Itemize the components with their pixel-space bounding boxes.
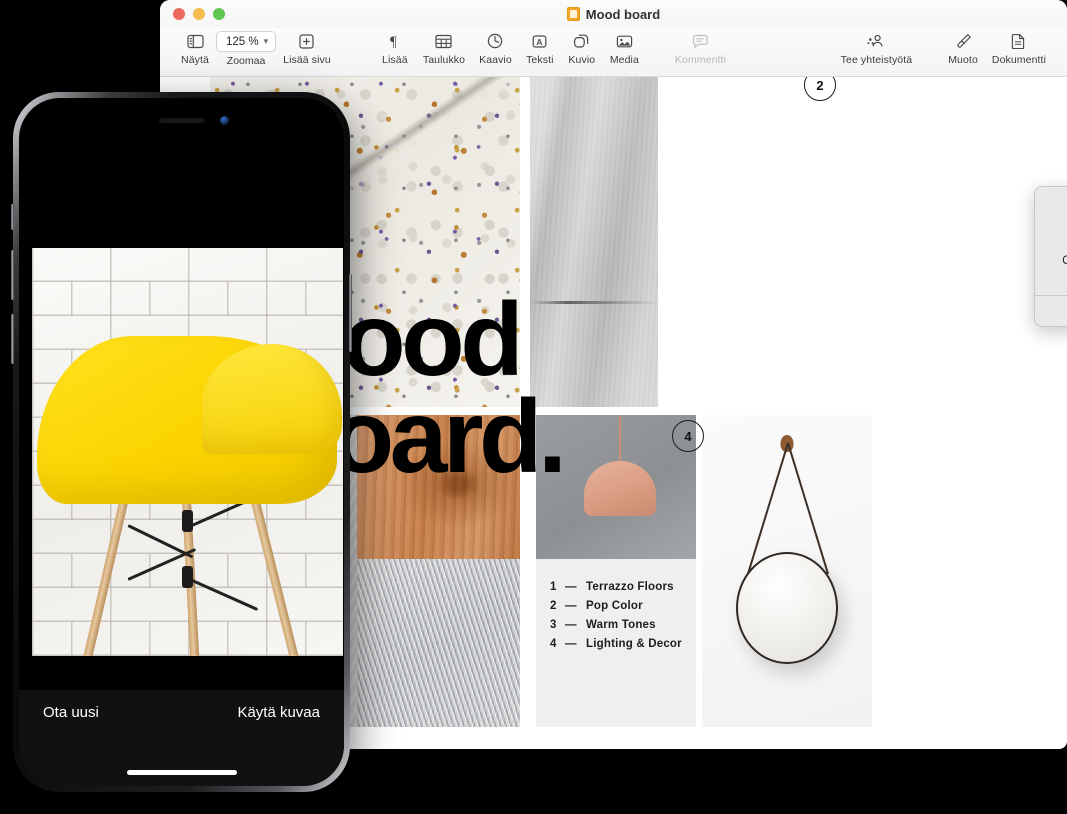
toolbar-format-label: Muoto: [948, 54, 978, 66]
sidebar-view-icon: [186, 30, 204, 52]
mirror-glass: [736, 552, 838, 665]
use-photo-button[interactable]: Käytä kuvaa: [237, 704, 320, 721]
popover-body: Ota kuva laitteella iPhone (Derek): [1035, 187, 1067, 295]
document-file-icon: [566, 7, 580, 21]
toolbar-view-button[interactable]: Näytä: [174, 29, 216, 66]
shape-icon: [573, 30, 590, 52]
iphone-home-indicator[interactable]: [126, 770, 237, 775]
legend-item: 2 — Pop Color: [550, 600, 682, 612]
toolbar-zoom-control[interactable]: 125 % ▾ Zoomaa: [216, 29, 277, 67]
iphone-mute-switch[interactable]: [11, 204, 14, 230]
continuity-camera-popover[interactable]: Ota kuva laitteella iPhone (Derek) Kumoa: [1034, 186, 1067, 327]
legend-dash: —: [565, 600, 577, 612]
toolbar-comment-button[interactable]: Kommentti: [668, 29, 733, 66]
iphone-device: Ota uusi Käytä kuvaa: [11, 92, 352, 792]
document-title-area: Mood board: [160, 7, 1067, 22]
popover-cancel-button[interactable]: Kumoa: [1035, 296, 1067, 326]
toolbar-add-page-button[interactable]: Lisää sivu: [276, 29, 338, 66]
popover-title-line-2: iPhone (Derek): [1045, 270, 1067, 286]
legend-dash: —: [565, 638, 577, 650]
svg-text:¶: ¶: [390, 34, 397, 49]
chart-icon: [487, 30, 503, 52]
toolbar-comment-label: Kommentti: [674, 54, 727, 66]
document-title: Mood board: [585, 6, 661, 22]
legend-text: Lighting & Decor: [586, 638, 682, 650]
image-round-mirror[interactable]: [702, 415, 872, 727]
captured-photo-preview[interactable]: [32, 248, 343, 656]
legend-text: Terrazzo Floors: [586, 581, 674, 593]
toolbar-media-label: Media: [609, 54, 639, 66]
iphone-front-camera-icon: [219, 116, 229, 125]
iphone-camera-actionbar: Ota uusi Käytä kuvaa: [19, 690, 344, 786]
image-fur-rug[interactable]: [357, 559, 520, 727]
toolbar-add-page-label: Lisää sivu: [283, 54, 331, 66]
iphone-volume-up-button[interactable]: [11, 250, 14, 300]
toolbar-format-button[interactable]: Muoto: [941, 29, 985, 66]
toolbar-text-button[interactable]: A Teksti: [519, 29, 561, 66]
legend-number: 4: [550, 638, 557, 650]
toolbar-table-label: Taulukko: [422, 54, 466, 66]
legend-number: 2: [550, 600, 557, 612]
iphone-screen[interactable]: Ota uusi Käytä kuvaa: [19, 98, 344, 786]
iphone-volume-down-button[interactable]: [11, 314, 14, 364]
legend-text: Warm Tones: [586, 619, 656, 631]
legend-panel[interactable]: 1 — Terrazzo Floors 2 — Pop Color 3 — Wa…: [536, 559, 696, 727]
toolbar-shape-label: Kuvio: [568, 54, 596, 66]
toolbar-view-label: Näytä: [181, 54, 209, 66]
text-box-icon: A: [531, 30, 548, 52]
chair-hub-top: [182, 510, 193, 532]
toolbar-table-button[interactable]: Taulukko: [416, 29, 472, 66]
lamp-shade: [584, 461, 656, 516]
chair-hub-bottom: [182, 566, 193, 588]
toolbar-collaborate-label: Tee yhteistyötä: [840, 54, 913, 66]
toolbar-insert-button[interactable]: ¶ Lisää: [374, 29, 416, 66]
add-page-icon: [299, 30, 315, 52]
chevron-down-icon: ▾: [263, 36, 269, 46]
iphone-action-row: Ota uusi Käytä kuvaa: [19, 704, 344, 721]
toolbar-zoom-label: Zoomaa: [226, 55, 266, 67]
toolbar-chart-label: Kaavio: [479, 54, 512, 66]
legend-number: 3: [550, 619, 557, 631]
zoom-popup-button[interactable]: 125 % ▾: [216, 31, 277, 52]
toolbar-collaborate-button[interactable]: Tee yhteistyötä: [834, 29, 920, 66]
legend-number: 1: [550, 581, 557, 593]
toolbar-document-label: Dokumentti: [991, 54, 1046, 66]
svg-text:A: A: [537, 37, 543, 47]
legend-dash: —: [565, 619, 577, 631]
legend-list: 1 — Terrazzo Floors 2 — Pop Color 3 — Wa…: [550, 581, 682, 657]
toolbar-text-label: Teksti: [526, 54, 554, 66]
legend-text: Pop Color: [586, 600, 643, 612]
window-titlebar: Mood board: [160, 0, 1067, 28]
image-concrete-wall[interactable]: [530, 77, 658, 407]
toolbar-shape-button[interactable]: Kuvio: [561, 29, 603, 66]
callout-badge-4[interactable]: 4: [672, 420, 704, 452]
media-image-icon: [616, 30, 633, 52]
screen-root: Mood board Näytä 125 % ▾ Zoomaa Lisää si…: [0, 0, 1067, 814]
toolbar-chart-button[interactable]: Kaavio: [472, 29, 519, 66]
lamp-cord: [619, 415, 621, 464]
legend-item: 3 — Warm Tones: [550, 619, 682, 631]
toolbar-insert-label: Lisää: [382, 54, 408, 66]
legend-item: 4 — Lighting & Decor: [550, 638, 682, 650]
iphone-earpiece-speaker: [158, 118, 205, 123]
iphone-power-button[interactable]: [349, 274, 352, 352]
image-wood-grain[interactable]: [357, 415, 520, 559]
toolbar-document-button[interactable]: Dokumentti: [985, 29, 1053, 66]
popover-title-line-1: Ota kuva laitteella: [1062, 255, 1067, 267]
retake-photo-button[interactable]: Ota uusi: [43, 704, 99, 721]
table-icon: [435, 30, 453, 52]
pilcrow-icon: ¶: [387, 30, 402, 52]
paintbrush-icon: [955, 30, 972, 52]
legend-item: 1 — Terrazzo Floors: [550, 581, 682, 593]
app-toolbar: Näytä 125 % ▾ Zoomaa Lisää sivu ¶ Lisää …: [160, 28, 1067, 77]
comment-icon: [692, 30, 709, 52]
toolbar-media-button[interactable]: Media: [603, 29, 646, 66]
collaborate-person-icon: [866, 30, 886, 52]
zoom-value: 125 %: [226, 35, 259, 48]
legend-dash: —: [565, 581, 577, 593]
document-page-icon: [1011, 30, 1026, 52]
